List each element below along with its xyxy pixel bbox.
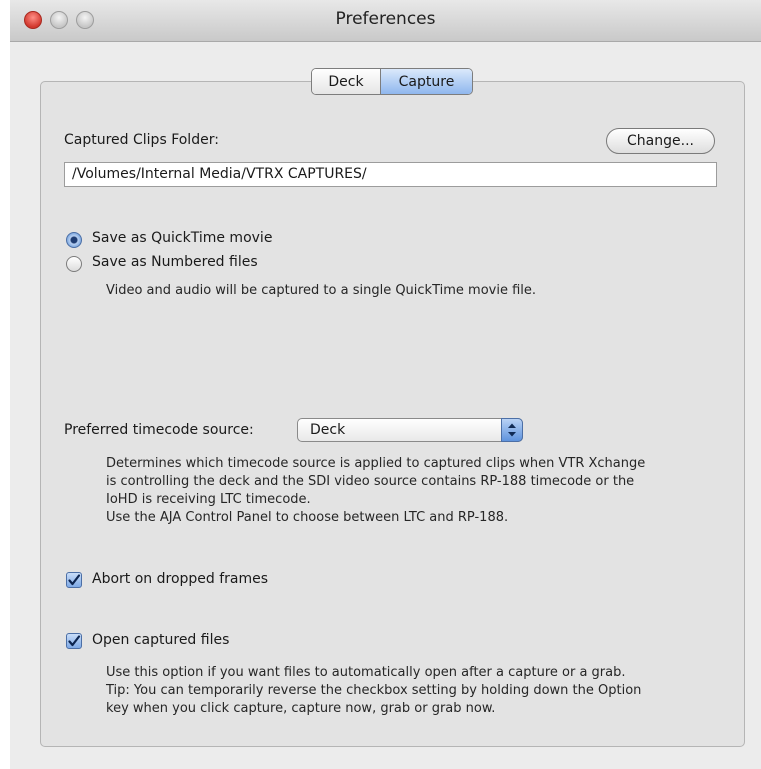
captured-clips-folder-field[interactable]: /Volumes/Internal Media/VTRX CAPTURES/ — [64, 162, 717, 187]
timecode-help-line-3: IoHD is receiving LTC timecode. — [106, 492, 311, 507]
open-captured-label[interactable]: Open captured files — [92, 632, 229, 648]
open-captured-help-line-2: Tip: You can temporarily reverse the che… — [106, 683, 642, 698]
save-quicktime-radio[interactable] — [66, 232, 82, 248]
save-mode-help-text: Video and audio will be captured to a si… — [106, 283, 537, 298]
tab-bar: Deck Capture — [311, 68, 473, 95]
timecode-help-line-4: Use the AJA Control Panel to choose betw… — [106, 510, 509, 525]
up-down-arrows-icon — [501, 418, 523, 442]
timecode-help-line-2: is controlling the deck and the SDI vide… — [106, 474, 635, 489]
open-captured-checkbox[interactable] — [66, 633, 82, 649]
timecode-help-line-1: Determines which timecode source is appl… — [106, 456, 646, 471]
timecode-source-popup[interactable]: Deck — [297, 418, 523, 442]
tab-capture[interactable]: Capture — [381, 69, 472, 94]
open-captured-help-line-3: key when you click capture, capture now,… — [106, 701, 496, 716]
change-folder-button[interactable]: Change... — [606, 128, 715, 154]
timecode-source-value: Deck — [310, 422, 346, 438]
check-icon — [68, 574, 81, 586]
captured-clips-folder-label: Captured Clips Folder: — [64, 132, 219, 148]
save-numbered-radio[interactable] — [66, 256, 82, 272]
save-numbered-label[interactable]: Save as Numbered files — [92, 254, 258, 270]
save-quicktime-label[interactable]: Save as QuickTime movie — [92, 230, 272, 246]
abort-dropped-checkbox[interactable] — [66, 572, 82, 588]
window-title: Preferences — [335, 9, 436, 29]
title-bar: Preferences — [10, 0, 761, 42]
open-captured-help-line-1: Use this option if you want files to aut… — [106, 665, 626, 680]
tab-deck[interactable]: Deck — [312, 69, 381, 94]
abort-dropped-label[interactable]: Abort on dropped frames — [92, 571, 268, 587]
preferences-window: Preferences Deck Capture Captured Clips … — [10, 0, 761, 769]
timecode-source-label: Preferred timecode source: — [64, 422, 254, 438]
check-icon — [68, 635, 81, 647]
